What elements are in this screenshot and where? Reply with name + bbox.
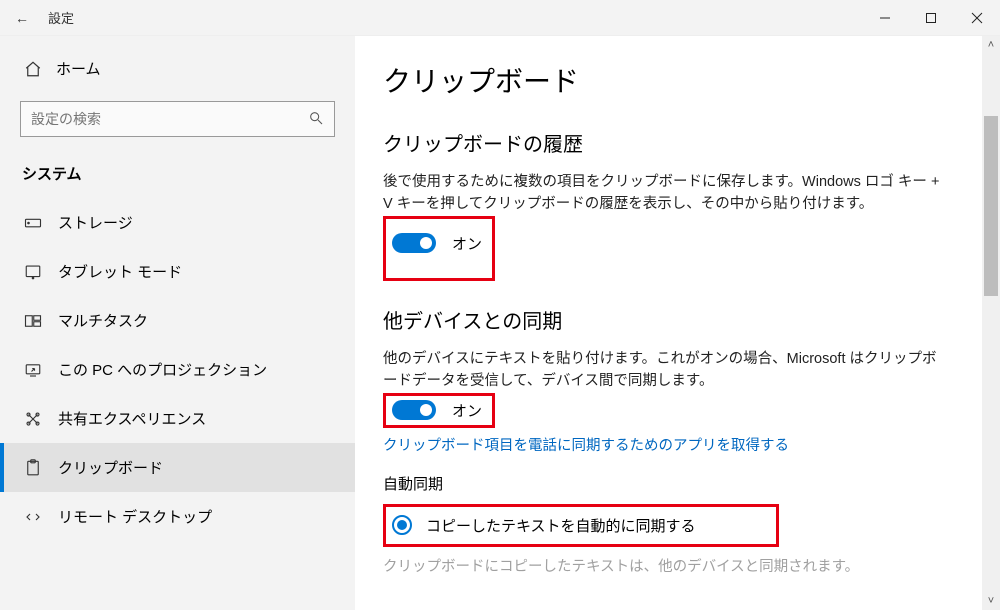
sidebar-item-label: タブレット モード [58, 261, 182, 282]
multitask-icon [22, 313, 44, 329]
radio-auto-sync-label: コピーしたテキストを自動的に同期する [426, 515, 696, 536]
minimize-button[interactable] [862, 0, 908, 36]
sidebar-item-tablet-mode[interactable]: タブレット モード [0, 247, 355, 296]
sidebar-item-label: ストレージ [58, 212, 133, 233]
toggle-history[interactable] [392, 233, 436, 253]
titlebar: ← 設定 [0, 0, 1000, 36]
section-heading-history: クリップボードの履歴 [383, 128, 972, 157]
tablet-icon [22, 264, 44, 280]
toggle-history-label: オン [452, 233, 482, 254]
highlight-box-1: オン [383, 216, 495, 281]
sidebar-item-label: クリップボード [58, 457, 163, 478]
home-icon [22, 60, 44, 78]
sidebar: ホーム システム ストレージ タブレット モード マルチタスク [0, 36, 355, 610]
section-heading-sync: 他デバイスとの同期 [383, 305, 972, 334]
sidebar-item-clipboard[interactable]: クリップボード [0, 443, 355, 492]
page-title: クリップボード [383, 60, 972, 100]
content-area: クリップボード クリップボードの履歴 後で使用するために複数の項目をクリップボー… [355, 36, 1000, 610]
section-desc-history: 後で使用するために複数の項目をクリップボードに保存します。Windows ロゴ … [383, 171, 943, 216]
search-icon [298, 110, 334, 129]
sidebar-item-storage[interactable]: ストレージ [0, 198, 355, 247]
close-button[interactable] [954, 0, 1000, 36]
scrollbar-thumb[interactable] [984, 116, 998, 296]
search-input[interactable] [21, 111, 298, 127]
sidebar-item-shared-experience[interactable]: 共有エクスペリエンス [0, 394, 355, 443]
nav-home[interactable]: ホーム [0, 46, 355, 91]
sidebar-item-label: マルチタスク [58, 310, 148, 331]
scrollbar-track[interactable]: ˄ ˅ [982, 36, 1000, 610]
radio-auto-sync[interactable] [392, 515, 412, 535]
sidebar-item-label: この PC へのプロジェクション [58, 359, 267, 380]
share-icon [22, 410, 44, 428]
nav-home-label: ホーム [56, 58, 101, 79]
storage-icon [22, 216, 44, 230]
toggle-sync-label: オン [452, 400, 482, 421]
sidebar-item-projection[interactable]: この PC へのプロジェクション [0, 345, 355, 394]
search-box[interactable] [20, 101, 335, 137]
back-button[interactable]: ← [0, 10, 44, 26]
sidebar-item-multitask[interactable]: マルチタスク [0, 296, 355, 345]
clipboard-icon [22, 459, 44, 477]
sidebar-category: システム [0, 155, 355, 198]
window-title: 設定 [48, 8, 74, 27]
sidebar-item-remote-desktop[interactable]: リモート デスクトップ [0, 492, 355, 541]
sidebar-item-label: リモート デスクトップ [58, 506, 212, 527]
projection-icon [22, 362, 44, 378]
link-get-app[interactable]: クリップボード項目を電話に同期するためのアプリを取得する [383, 434, 789, 455]
muted-note: クリップボードにコピーしたテキストは、他のデバイスと同期されます。 [383, 555, 972, 576]
highlight-box-2: オン [383, 393, 495, 428]
highlight-box-3: コピーしたテキストを自動的に同期する [383, 504, 779, 547]
section-desc-sync: 他のデバイスにテキストを貼り付けます。これがオンの場合、Microsoft はク… [383, 348, 943, 393]
toggle-sync[interactable] [392, 400, 436, 420]
remote-desktop-icon [22, 509, 44, 525]
scroll-up-icon[interactable]: ˄ [982, 36, 1000, 54]
subhead-autosync: 自動同期 [383, 473, 972, 494]
scroll-down-icon[interactable]: ˅ [982, 592, 1000, 610]
maximize-button[interactable] [908, 0, 954, 36]
sidebar-item-label: 共有エクスペリエンス [58, 408, 206, 429]
sidebar-nav: ストレージ タブレット モード マルチタスク この PC へのプロジェクション … [0, 198, 355, 541]
